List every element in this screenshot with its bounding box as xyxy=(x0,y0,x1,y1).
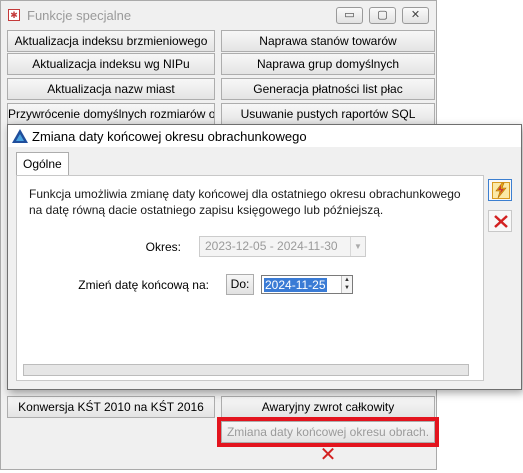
delete-empty-sql-reports-button[interactable]: Usuwanie pustych raportów SQL xyxy=(221,103,435,125)
minimize-icon: ▭ xyxy=(344,9,355,21)
date-spinner[interactable]: ▲ ▼ xyxy=(341,276,352,293)
update-phonetic-index-button[interactable]: Aktualizacja indeksu brzmieniowego xyxy=(7,30,215,52)
repair-stock-button[interactable]: Naprawa stanów towarów xyxy=(221,30,435,52)
minimize-button[interactable]: ▭ xyxy=(336,7,363,24)
progress-bar xyxy=(23,364,469,376)
spin-up-icon[interactable]: ▲ xyxy=(342,276,352,284)
dialog-title: Zmiana daty końcowej okresu obrachunkowe… xyxy=(32,129,307,144)
period-select: 2023-12-05 - 2024-11-30 ▼ xyxy=(199,236,366,257)
emergency-full-return-button[interactable]: Awaryjny zwrot całkowity xyxy=(221,396,435,418)
app-icon: ✱ xyxy=(8,9,20,21)
run-button[interactable] xyxy=(488,179,512,201)
change-period-end-date-dialog: Zmiana daty końcowej okresu obrachunkowe… xyxy=(7,124,522,390)
maximize-button[interactable]: ▢ xyxy=(369,7,396,24)
change-end-date-label: Zmień datę końcową na: xyxy=(78,278,209,292)
tab-general[interactable]: Ogólne xyxy=(16,152,69,176)
repair-default-groups-button[interactable]: Naprawa grup domyślnych xyxy=(221,53,435,75)
convert-kst-button[interactable]: Konwersja KŚT 2010 na KŚT 2016 xyxy=(7,396,215,418)
dialog-titlebar: Zmiana daty końcowej okresu obrachunkowe… xyxy=(8,125,521,147)
period-value: 2023-12-05 - 2024-11-30 xyxy=(205,239,338,253)
cancel-button[interactable] xyxy=(488,210,512,232)
change-period-end-date-button[interactable]: Zmiana daty końcowej okresu obrach. xyxy=(221,421,435,443)
close-icon[interactable]: ✕ xyxy=(319,445,337,465)
window-titlebar: ✱ Funkcje specjalne ▭ ▢ ✕ xyxy=(1,1,436,29)
chevron-down-icon: ▼ xyxy=(350,237,365,256)
cancel-x-icon xyxy=(494,215,508,228)
restore-window-sizes-button[interactable]: Przywrócenie domyślnych rozmiarów okien xyxy=(7,103,215,125)
end-date-value: 2024-11-25 xyxy=(264,278,327,292)
update-city-names-button[interactable]: Aktualizacja nazw miast xyxy=(7,78,215,100)
maximize-icon: ▢ xyxy=(377,9,388,21)
window-title: Funkcje specjalne xyxy=(27,8,132,23)
spin-down-icon[interactable]: ▼ xyxy=(342,284,352,292)
end-date-field[interactable]: 2024-11-25 ▲ ▼ xyxy=(261,275,353,294)
lightning-run-icon xyxy=(492,182,510,199)
close-window-button[interactable]: ✕ xyxy=(402,7,429,24)
tab-panel-general: Funkcja umożliwia zmianę daty końcowej d… xyxy=(16,175,484,381)
close-icon: ✕ xyxy=(410,9,421,21)
update-nip-index-button[interactable]: Aktualizacja indeksu wg NIPu xyxy=(7,53,215,75)
app-logo-icon xyxy=(12,129,28,143)
period-label: Okres: xyxy=(145,240,181,254)
generate-payroll-payments-button[interactable]: Generacja płatności list płac xyxy=(221,78,435,100)
function-description: Funkcja umożliwia zmianę daty końcowej d… xyxy=(29,187,461,217)
do-date-button[interactable]: Do: xyxy=(226,274,254,295)
